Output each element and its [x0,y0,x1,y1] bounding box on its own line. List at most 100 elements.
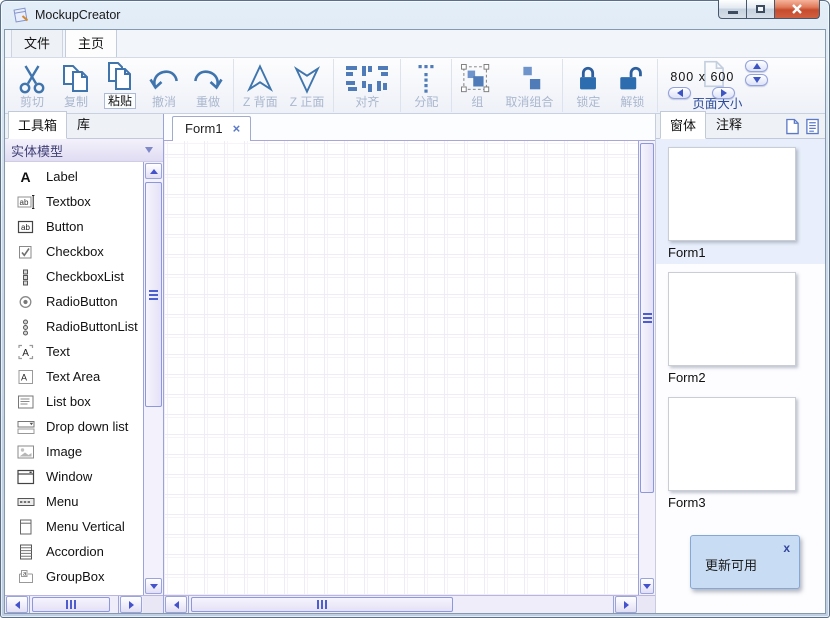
paste-button[interactable]: 粘贴 [98,59,142,112]
align-icon [343,62,391,95]
close-button[interactable] [775,0,820,19]
toolbox-item-menu[interactable]: Menu [5,489,143,514]
toolbox-item-dropdownlist[interactable]: Drop down list [5,414,143,439]
down-arrow-icon [150,584,158,589]
titlebar[interactable]: MockupCreator [4,1,826,29]
minimize-button[interactable] [718,0,747,19]
toolbox-item-window[interactable]: Window [5,464,143,489]
toolbox-item-accordion[interactable]: Accordion [5,539,143,564]
toolbox-item-button[interactable]: ab Button [5,214,143,239]
group-button[interactable]: 组 [455,59,499,112]
toolbox-item-image[interactable]: Image [5,439,143,464]
toolbox-item-checkboxlist[interactable]: CheckboxList [5,264,143,289]
tab-home[interactable]: 主页 [65,29,117,57]
scroll-track[interactable] [188,596,614,613]
toolbox-list: A Label ab Textbox ab Button Checkbox [5,162,143,595]
scroll-track[interactable] [29,596,119,613]
accordion-icon [15,543,37,561]
page-width-up-button[interactable] [712,87,735,99]
menu-icon [15,493,37,511]
page-height-up-button[interactable] [745,60,768,72]
scroll-left-button[interactable] [6,596,28,613]
scroll-down-button[interactable] [640,578,654,594]
toolbox-item-radiobutton[interactable]: RadioButton [5,289,143,314]
scroll-track[interactable] [144,180,163,577]
canvas-horizontal-scrollbar[interactable] [164,595,655,613]
cut-button[interactable]: 剪切 [10,59,54,112]
toolbox-item-textbox[interactable]: ab Textbox [5,189,143,214]
toolbox-item-textarea[interactable]: A Text Area [5,364,143,389]
scroll-left-button[interactable] [165,596,187,613]
scroll-thumb[interactable] [640,143,654,493]
scroll-down-button[interactable] [145,578,162,594]
toolbox-panel: 工具箱 库 实体模型 A Label ab Textbox [5,114,163,613]
form-item-form1[interactable]: Form1 [656,139,825,264]
page-size-value: 800 x 600 [670,70,734,84]
tab-close-icon[interactable]: × [233,123,241,135]
ungroup-button[interactable]: 取消组合 [499,59,559,112]
toolbox-item-listbox[interactable]: List box [5,389,143,414]
design-canvas[interactable] [164,141,638,595]
canvas-vertical-scrollbar[interactable] [638,141,655,595]
grouping-group: 组 取消组合 [452,59,563,112]
tab-toolbox[interactable]: 工具箱 [8,111,67,139]
scroll-track[interactable] [639,141,655,577]
form-item-form3[interactable]: Form3 [656,389,825,514]
up-arrow-icon [150,169,158,174]
toast-close-button[interactable]: x [783,541,790,555]
toolbox-item-text[interactable]: A Text [5,339,143,364]
toolbox-item-checkbox[interactable]: Checkbox [5,239,143,264]
new-form-icon[interactable] [785,118,800,140]
page-width-value[interactable]: 800 [670,70,694,84]
form2-thumbnail[interactable] [668,272,796,366]
document-tab-bar: Form1 × [164,114,655,141]
right-arrow-icon [721,89,727,97]
text-area-icon: A [15,368,37,386]
scroll-right-button[interactable] [615,596,637,613]
toolbox-item-groupbox[interactable]: a GroupBox [5,564,143,589]
tab-comments[interactable]: 注释 [706,110,752,138]
form1-thumbnail[interactable] [668,147,796,241]
tab-file[interactable]: 文件 [11,29,63,57]
tab-library[interactable]: 库 [67,110,100,138]
toolbox-item-menuvertical[interactable]: Menu Vertical [5,514,143,539]
window-icon [15,468,37,486]
grip-icon [317,600,327,609]
distribute-icon [416,62,436,95]
maximize-button[interactable] [747,0,775,19]
forms-list: Form1 Form2 Form3 更新可用 x [656,139,825,613]
form3-thumbnail[interactable] [668,397,796,491]
scroll-thumb[interactable] [145,182,162,407]
scroll-right-button[interactable] [120,596,142,613]
tab-forms[interactable]: 窗体 [660,111,706,139]
form-item-form2[interactable]: Form2 [656,264,825,389]
document-tab-form1[interactable]: Form1 × [172,116,251,141]
page-height-value[interactable]: 600 [710,70,734,84]
toolbox-item-label[interactable]: A Label [5,164,143,189]
align-button[interactable]: 对齐 [337,59,397,112]
group-icon [461,62,493,95]
distribute-button[interactable]: 分配 [404,59,448,112]
category-dropdown[interactable]: 实体模型 [5,139,163,162]
toolbox-tab-bar: 工具箱 库 [5,114,163,139]
notes-page-icon[interactable] [805,118,820,140]
close-icon [791,4,803,14]
bring-to-front-button[interactable]: Z 正面 [284,59,331,112]
toolbox-vertical-scrollbar[interactable] [143,162,163,595]
unlock-button[interactable]: 解锁 [610,59,654,112]
copy-button[interactable]: 复制 [54,59,98,112]
toolbox-item-radiobuttonlist[interactable]: RadioButtonList [5,314,143,339]
undo-button[interactable]: 撤消 [142,59,186,112]
page-width-down-button[interactable] [668,87,691,99]
scroll-up-button[interactable] [145,163,162,179]
lock-button[interactable]: 锁定 [566,59,610,112]
window-title: MockupCreator [35,8,120,22]
redo-button[interactable]: 重做 [186,59,230,112]
svg-text:A: A [22,348,29,359]
app-icon [12,6,30,24]
send-to-back-button[interactable]: Z 背面 [237,59,284,112]
page-height-down-button[interactable] [745,74,768,86]
scroll-thumb[interactable] [191,597,453,612]
scroll-thumb[interactable] [32,597,110,612]
toolbox-horizontal-scrollbar[interactable] [5,595,163,613]
